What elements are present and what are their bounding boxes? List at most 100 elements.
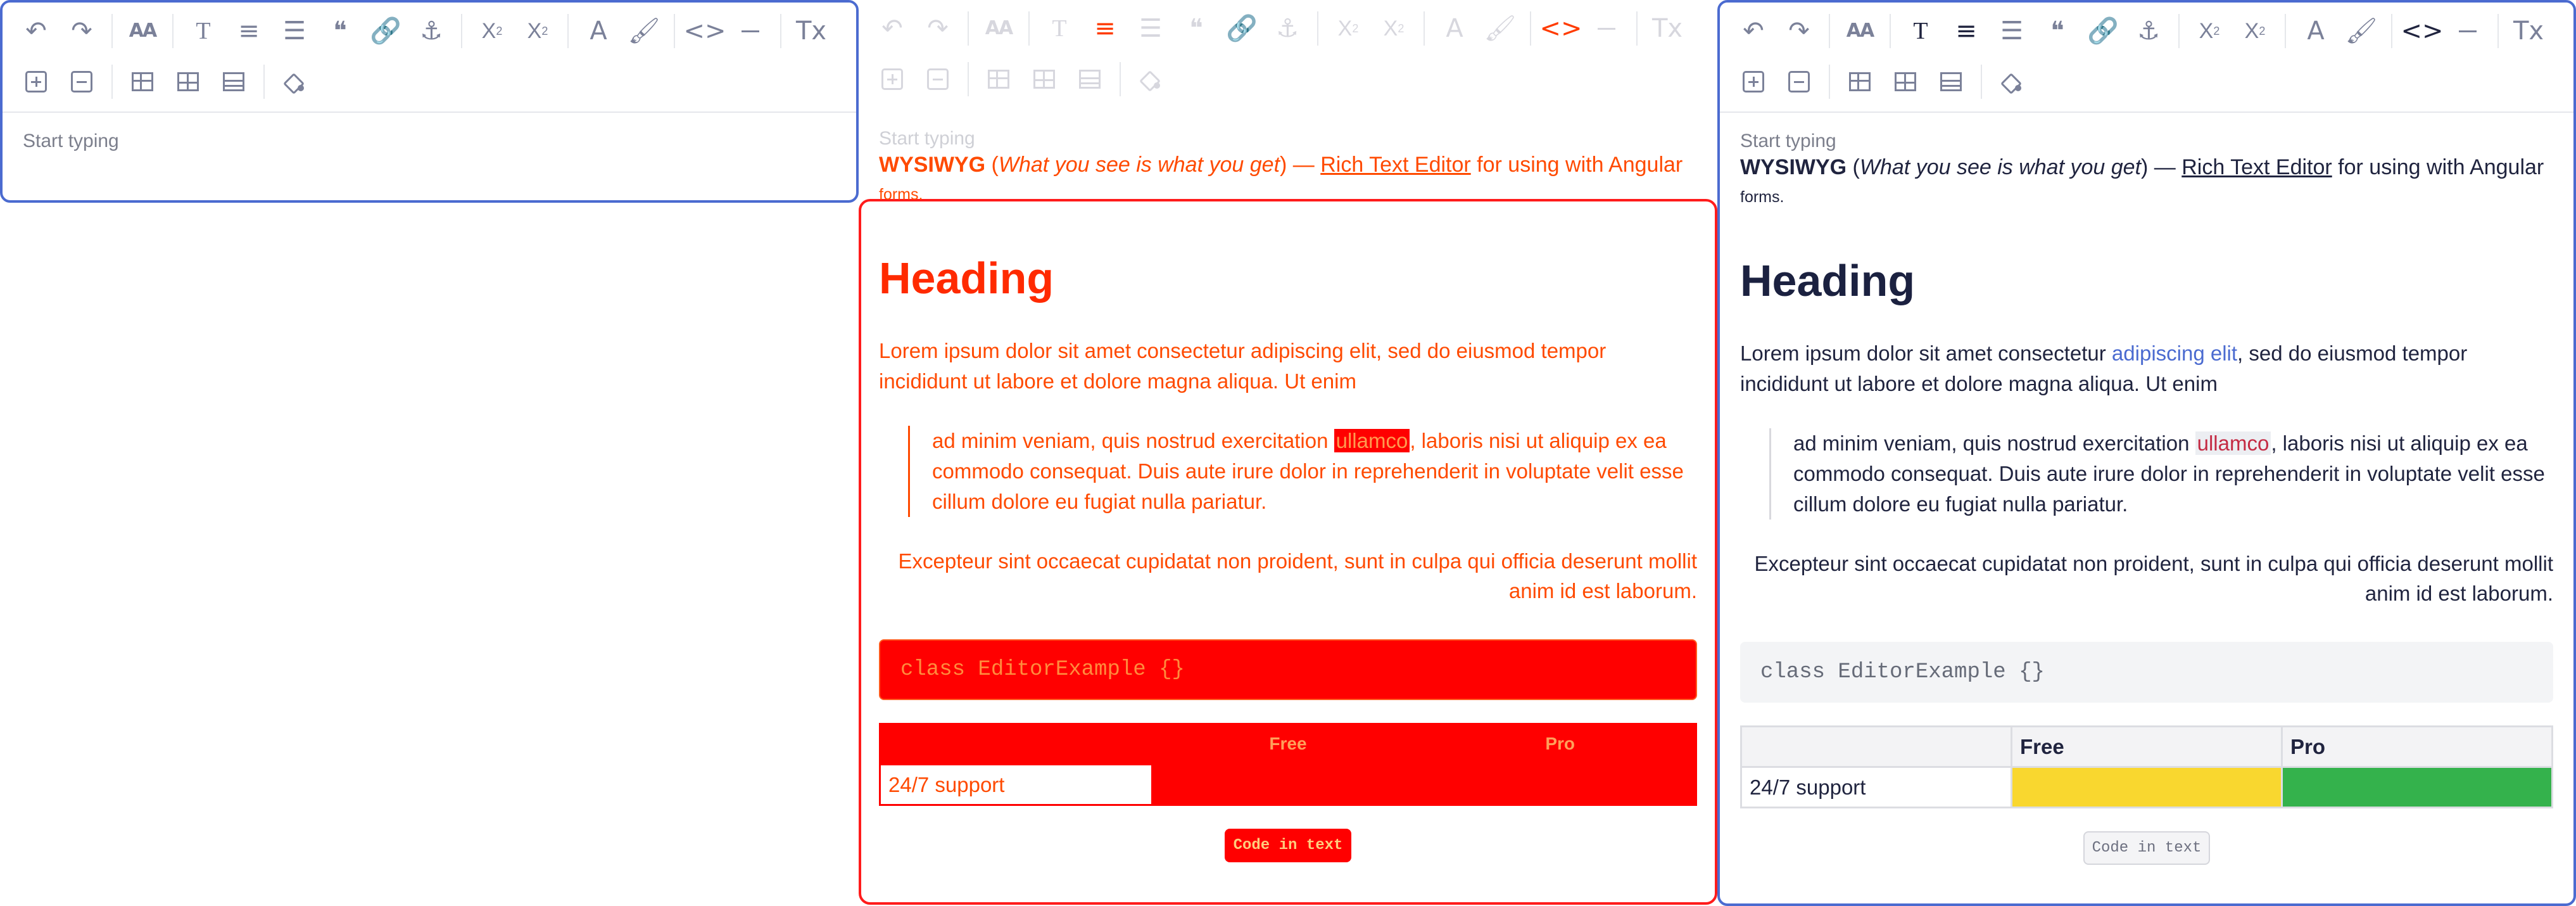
- anchor-icon[interactable]: ⚓: [413, 13, 450, 49]
- table-rows-icon[interactable]: [1071, 61, 1108, 98]
- intro-bold-text: WYSIWYG: [1740, 155, 1847, 179]
- anchor-icon[interactable]: ⚓: [1269, 10, 1306, 47]
- add-block-icon[interactable]: [874, 61, 911, 98]
- quote-icon[interactable]: ❝: [2039, 13, 2076, 49]
- undo-icon[interactable]: ↶: [874, 10, 911, 47]
- align-icon[interactable]: ≡: [1948, 13, 1985, 49]
- editor-comparison-stage: ↶ ↷ AA T ≡ ☰ ❝ 🔗 ⚓ X2 X2 A 🖌 <> Tx Start…: [0, 0, 2576, 906]
- code-icon[interactable]: <>: [683, 13, 726, 49]
- code-icon[interactable]: <>: [1539, 10, 1582, 47]
- remove-block-icon[interactable]: [63, 63, 100, 100]
- link-icon[interactable]: 🔗: [367, 13, 404, 49]
- table-icon[interactable]: [124, 63, 161, 100]
- table-icon[interactable]: [1841, 63, 1878, 100]
- redo-icon[interactable]: ↷: [919, 10, 956, 47]
- pro-cell: [2281, 766, 2553, 809]
- font-size-icon[interactable]: AA: [1841, 13, 1878, 49]
- toolbar-separator: [2391, 14, 2392, 48]
- table-rows-icon[interactable]: [215, 63, 252, 100]
- table-header-pro: Pro: [2281, 725, 2553, 769]
- intro-rest: for using with Angular: [2338, 155, 2544, 179]
- link-icon[interactable]: 🔗: [1223, 10, 1260, 47]
- paint-format-icon[interactable]: 🖌: [1482, 10, 1518, 47]
- body-paragraph: Lorem ipsum dolor sit amet consectetur a…: [879, 336, 1697, 397]
- quote-icon[interactable]: ❝: [1178, 10, 1215, 47]
- intro-link[interactable]: Rich Text Editor: [2181, 155, 2332, 179]
- subscript-icon[interactable]: X2: [1330, 10, 1367, 47]
- align-icon[interactable]: ≡: [1087, 10, 1123, 47]
- clear-format-icon[interactable]: Tx: [1649, 10, 1686, 47]
- redo-icon[interactable]: ↷: [1781, 13, 1817, 49]
- horizontal-rule-icon[interactable]: [1588, 10, 1625, 47]
- toolbar-separator: [2497, 14, 2499, 48]
- font-size-icon[interactable]: AA: [124, 13, 161, 49]
- undo-icon[interactable]: ↶: [1735, 13, 1772, 49]
- blockquote: ad minim veniam, quis nostrud exercitati…: [908, 426, 1697, 517]
- intro-small-text: forms.: [1740, 188, 1784, 207]
- insert-column-icon[interactable]: [1026, 61, 1063, 98]
- list-icon[interactable]: ☰: [276, 13, 313, 49]
- clear-format-icon[interactable]: Tx: [2510, 13, 2547, 49]
- table-icon[interactable]: [980, 61, 1017, 98]
- middle-placeholder[interactable]: Start typing: [879, 128, 975, 150]
- toolbar-separator: [674, 14, 675, 48]
- fill-color-icon[interactable]: [1993, 63, 2030, 100]
- remove-block-icon[interactable]: [1781, 63, 1817, 100]
- right-placeholder[interactable]: Start typing: [1740, 131, 1836, 152]
- quote-start: ad minim veniam, quis nostrud exercitati…: [1793, 431, 2190, 456]
- paragraph-highlight: adipiscing elit: [1250, 339, 1377, 363]
- align-icon[interactable]: ≡: [230, 13, 267, 49]
- right-editor-content[interactable]: WYSIWYG (What you see is what you get) —…: [1740, 153, 2553, 865]
- intro-link[interactable]: Rich Text Editor: [1320, 153, 1470, 177]
- toolbar-separator: [111, 14, 113, 48]
- body-paragraph: Lorem ipsum dolor sit amet consectetur a…: [1740, 338, 2553, 399]
- redo-icon[interactable]: ↷: [63, 13, 100, 49]
- clear-format-icon[interactable]: Tx: [793, 13, 830, 49]
- superscript-icon[interactable]: X2: [1375, 10, 1412, 47]
- link-icon[interactable]: 🔗: [2085, 13, 2121, 49]
- toolbar-separator: [111, 65, 113, 99]
- fill-color-icon[interactable]: [1132, 61, 1169, 98]
- toolbar-separator: [1317, 11, 1318, 46]
- insert-column-icon[interactable]: [1887, 63, 1924, 100]
- list-icon[interactable]: ☰: [1132, 10, 1169, 47]
- intro-italic-text: What you see is what you get: [1859, 155, 2142, 179]
- undo-icon[interactable]: ↶: [18, 13, 54, 49]
- text-style-icon[interactable]: T: [185, 13, 222, 49]
- paragraph-highlight: adipiscing elit: [2111, 341, 2238, 366]
- inline-code-wrap: Code in text: [1740, 831, 2553, 865]
- toolbar-separator: [2285, 14, 2286, 48]
- subscript-icon[interactable]: X2: [474, 13, 510, 49]
- text-color-icon[interactable]: A: [2297, 13, 2334, 49]
- left-toolbar-row-1: ↶ ↷ AA T ≡ ☰ ❝ 🔗 ⚓ X2 X2 A 🖌 <> Tx: [18, 8, 838, 54]
- anchor-icon[interactable]: ⚓: [2130, 13, 2167, 49]
- text-color-icon[interactable]: A: [580, 13, 617, 49]
- table-rows-icon[interactable]: [1933, 63, 1969, 100]
- paint-format-icon[interactable]: 🖌: [626, 13, 662, 49]
- paint-format-icon[interactable]: 🖌: [2343, 13, 2380, 49]
- horizontal-rule-icon[interactable]: [732, 13, 769, 49]
- add-block-icon[interactable]: [18, 63, 54, 100]
- quote-highlight: ullamco: [2195, 431, 2271, 456]
- toolbar-separator: [1028, 11, 1030, 46]
- horizontal-rule-icon[interactable]: [2449, 13, 2486, 49]
- fill-color-icon[interactable]: [276, 63, 313, 100]
- code-icon[interactable]: <>: [2401, 13, 2443, 49]
- quote-icon[interactable]: ❝: [322, 13, 358, 49]
- remove-block-icon[interactable]: [919, 61, 956, 98]
- left-placeholder[interactable]: Start typing: [23, 131, 119, 152]
- toolbar-separator: [1120, 62, 1121, 96]
- font-size-icon[interactable]: AA: [980, 10, 1017, 47]
- add-block-icon[interactable]: [1735, 63, 1772, 100]
- middle-editor-content[interactable]: WYSIWYG (What you see is what you get) —…: [879, 151, 1697, 863]
- text-color-icon[interactable]: A: [1436, 10, 1473, 47]
- subscript-icon[interactable]: X2: [2191, 13, 2228, 49]
- text-style-icon[interactable]: T: [1041, 10, 1078, 47]
- insert-column-icon[interactable]: [170, 63, 206, 100]
- toolbar-separator: [1530, 11, 1531, 46]
- blockquote: ad minim veniam, quis nostrud exercitati…: [1769, 428, 2553, 520]
- superscript-icon[interactable]: X2: [2237, 13, 2273, 49]
- superscript-icon[interactable]: X2: [519, 13, 556, 49]
- list-icon[interactable]: ☰: [1993, 13, 2030, 49]
- text-style-icon[interactable]: T: [1902, 13, 1939, 49]
